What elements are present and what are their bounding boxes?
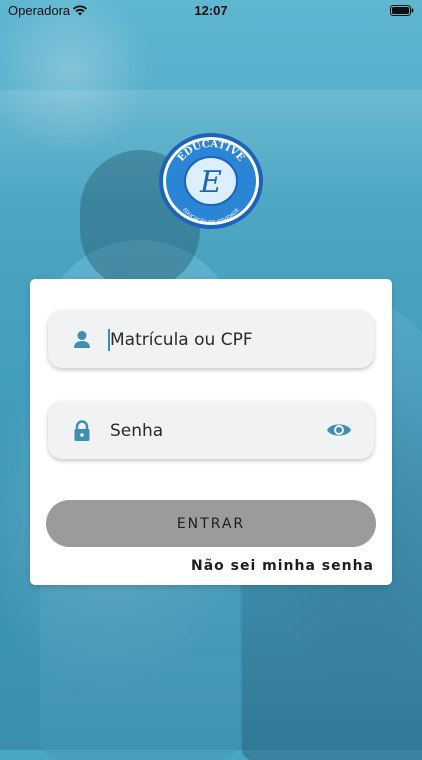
logo-initial: E	[199, 165, 222, 200]
forgot-password-link[interactable]: Não sei minha senha	[191, 558, 374, 574]
battery-icon	[390, 5, 414, 16]
username-field[interactable]	[48, 310, 374, 368]
login-button[interactable]: ENTRAR	[46, 500, 376, 547]
lock-icon	[74, 420, 90, 441]
login-card: ENTRAR Não sei minha senha	[30, 279, 392, 585]
text-caret	[108, 329, 110, 351]
eye-icon[interactable]	[326, 421, 352, 439]
username-input[interactable]	[108, 324, 312, 356]
password-field[interactable]	[48, 401, 374, 459]
status-bar: Operadora 12:07	[0, 0, 422, 22]
educative-logo: EDUCATIVE EDUCAÇÃO EM ATIVIDADE E	[159, 133, 263, 229]
user-icon	[74, 331, 90, 348]
password-input[interactable]	[108, 415, 312, 447]
status-time: 12:07	[194, 3, 228, 18]
